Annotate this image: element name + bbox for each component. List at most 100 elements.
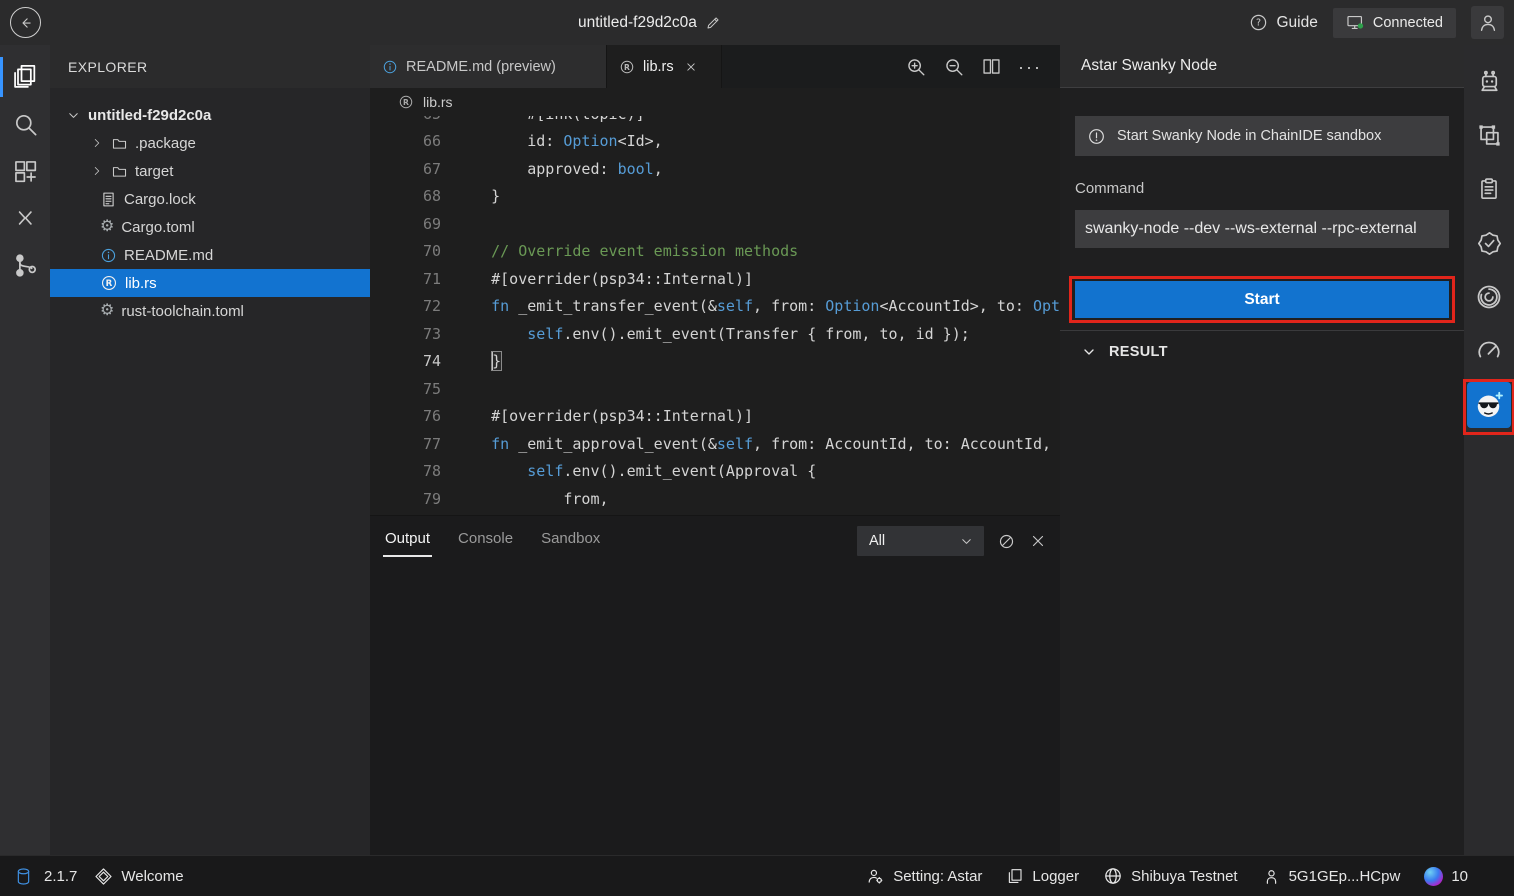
breadcrumb[interactable]: R lib.rs xyxy=(370,88,1060,116)
connected-button[interactable]: Connected xyxy=(1333,8,1456,38)
output-filter-select[interactable]: All xyxy=(857,526,984,556)
panel-tab-sandbox[interactable]: Sandbox xyxy=(539,524,602,559)
command-input[interactable]: swanky-node --dev --ws-external --rpc-ex… xyxy=(1075,210,1449,248)
panel-tab-console[interactable]: Console xyxy=(456,524,515,559)
database-icon xyxy=(14,867,33,886)
editor-tabbar: README.md (preview) R lib.rs xyxy=(370,45,1060,88)
plugin-scaffold[interactable] xyxy=(1464,108,1514,162)
plugin-panel-title: Astar Swanky Node xyxy=(1060,45,1464,88)
activity-extensions[interactable] xyxy=(0,148,50,194)
line-number: 65 xyxy=(370,116,455,123)
plugin-panel: Astar Swanky Node Start Swanky Node in C… xyxy=(1060,45,1464,855)
tree-item-cargo-lock[interactable]: Cargo.lock xyxy=(50,185,370,213)
file-tree: untitled-f29d2c0a .package xyxy=(50,88,370,325)
clear-output-button[interactable] xyxy=(997,532,1016,551)
result-label: RESULT xyxy=(1109,344,1168,360)
logger-item[interactable]: Logger xyxy=(1006,867,1079,885)
gear-icon: ⚙ xyxy=(100,219,114,235)
files-icon xyxy=(11,63,39,91)
code-line: 77 fn _emit_approval_event(&self, from: … xyxy=(370,430,1060,458)
ellipsis-icon: ··· xyxy=(1018,62,1042,72)
activity-source-control[interactable] xyxy=(0,242,50,288)
user-settings-icon xyxy=(866,867,885,886)
tree-item-package[interactable]: .package xyxy=(50,129,370,157)
statusbar-left: 2.1.7 Welcome xyxy=(0,867,184,886)
start-button[interactable]: Start xyxy=(1075,281,1449,318)
file-lines-icon xyxy=(100,191,117,208)
code-line: 67 approved: bool, xyxy=(370,155,1060,183)
code-line: 69 xyxy=(370,210,1060,238)
tree-item-target[interactable]: target xyxy=(50,157,370,185)
explorer-header: EXPLORER xyxy=(50,45,370,88)
scaffold-frames-icon xyxy=(1476,122,1503,149)
tab-readme[interactable]: README.md (preview) xyxy=(370,45,607,88)
plugin-panel-body: Start Swanky Node in ChainIDE sandbox Co… xyxy=(1060,88,1464,360)
plugin-robot[interactable] xyxy=(1464,54,1514,108)
line-number: 78 xyxy=(370,462,455,480)
line-number: 73 xyxy=(370,325,455,343)
plugin-astar-swanky[interactable] xyxy=(1464,378,1514,432)
panel-tab-output[interactable]: Output xyxy=(383,524,432,559)
tree-item-label: .package xyxy=(135,135,196,152)
activity-search[interactable] xyxy=(0,101,50,147)
plugin-openai[interactable] xyxy=(1464,270,1514,324)
tree-root[interactable]: untitled-f29d2c0a xyxy=(50,101,370,129)
guide-label: Guide xyxy=(1276,14,1317,32)
account-label: 5G1GEp...HCpw xyxy=(1289,868,1401,885)
code-line: 76 #[overrider(psp34::Internal)] xyxy=(370,403,1060,431)
avatar-button[interactable] xyxy=(1471,6,1504,39)
tree-item-lib-rs[interactable]: R lib.rs xyxy=(50,269,370,297)
question-circle-icon: ? xyxy=(1249,13,1268,32)
svg-text:R: R xyxy=(403,98,409,107)
info-circle-icon xyxy=(382,59,398,75)
info-circle-icon xyxy=(100,247,117,264)
activity-bar-right xyxy=(1464,45,1514,855)
setting-item[interactable]: Setting: Astar xyxy=(866,867,982,886)
code-line: 78 self.env().emit_event(Approval { xyxy=(370,458,1060,486)
plugin-title-label: Astar Swanky Node xyxy=(1081,57,1217,75)
code-line: 66 id: Option<Id>, xyxy=(370,128,1060,156)
tree-item-label: lib.rs xyxy=(125,275,157,292)
edit-pencil-icon[interactable] xyxy=(705,15,721,31)
network-item[interactable]: Shibuya Testnet xyxy=(1103,866,1237,886)
output-filter-value: All xyxy=(869,533,885,549)
welcome-item[interactable]: Welcome xyxy=(94,867,183,886)
plugin-clipboard[interactable] xyxy=(1464,162,1514,216)
close-panel-button[interactable] xyxy=(1029,532,1047,550)
chainide-window: untitled-f29d2c0a ? Guide Connected xyxy=(0,0,1514,896)
result-section-header[interactable]: RESULT xyxy=(1075,331,1449,360)
zoom-in-icon xyxy=(905,56,927,78)
close-tab-icon[interactable] xyxy=(684,60,698,74)
main-area: EXPLORER untitled-f29d2c0a .packag xyxy=(0,45,1514,855)
split-editor-button[interactable] xyxy=(981,56,1002,77)
tab-lib-rs[interactable]: R lib.rs xyxy=(607,45,722,88)
plugin-gauge[interactable] xyxy=(1464,324,1514,378)
openai-swirl-icon xyxy=(1475,283,1503,311)
activity-collapse-panels[interactable] xyxy=(0,195,50,241)
plugin-certified[interactable] xyxy=(1464,216,1514,270)
tree-item-readme[interactable]: README.md xyxy=(50,241,370,269)
zoom-out-button[interactable] xyxy=(943,56,965,78)
balance-item[interactable]: 10 xyxy=(1424,867,1468,886)
code-editor[interactable]: 65 #[ink(topic)]66 id: Option<Id>,67 app… xyxy=(370,116,1060,515)
status-bar: 2.1.7 Welcome Setting: Astar Logg xyxy=(0,855,1514,896)
welcome-label: Welcome xyxy=(121,868,183,885)
astar-swanky-tile xyxy=(1467,382,1511,428)
monitor-connected-icon xyxy=(1346,13,1365,32)
chevron-down-icon xyxy=(66,108,81,123)
gauge-icon xyxy=(1475,337,1503,365)
tab-label: README.md (preview) xyxy=(406,59,556,75)
activity-explorer[interactable] xyxy=(0,54,50,100)
zoom-in-button[interactable] xyxy=(905,56,927,78)
guide-button[interactable]: ? Guide xyxy=(1249,13,1317,32)
more-actions-button[interactable]: ··· xyxy=(1018,62,1042,72)
tree-item-rust-toolchain[interactable]: ⚙ rust-toolchain.toml xyxy=(50,297,370,325)
activity-bar-left xyxy=(0,45,50,855)
tree-item-cargo-toml[interactable]: ⚙ Cargo.toml xyxy=(50,213,370,241)
line-number: 68 xyxy=(370,187,455,205)
chainide-gem-icon xyxy=(94,867,113,886)
code-line: 68 } xyxy=(370,183,1060,211)
back-button[interactable] xyxy=(10,7,41,38)
account-item[interactable]: 5G1GEp...HCpw xyxy=(1262,867,1401,886)
code-line: 65 #[ink(topic)] xyxy=(370,116,1060,128)
